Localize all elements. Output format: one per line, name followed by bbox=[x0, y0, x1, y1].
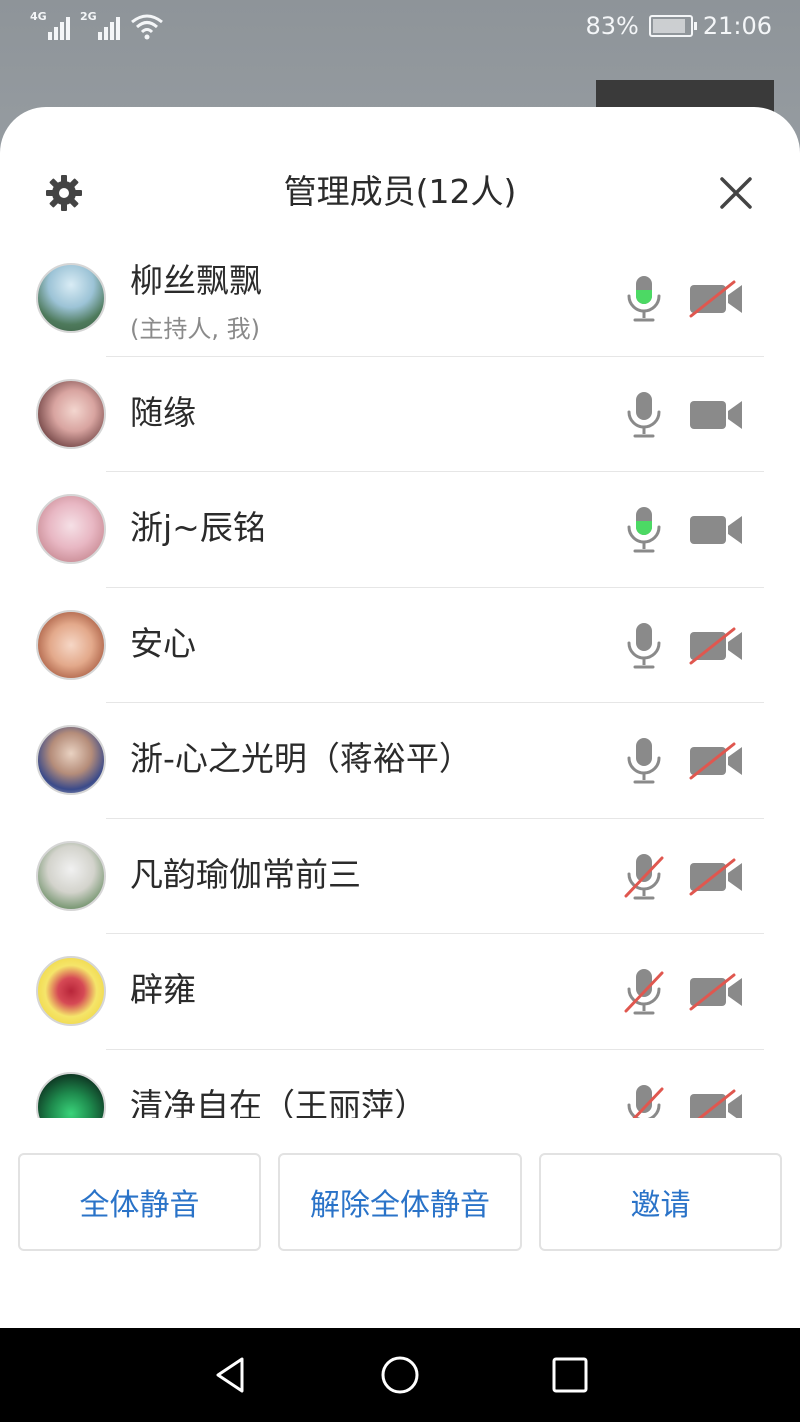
camera-off-icon[interactable] bbox=[688, 626, 744, 666]
mic-icon[interactable] bbox=[622, 505, 666, 555]
network-type-label: 2G bbox=[80, 10, 97, 23]
avatar bbox=[36, 609, 106, 680]
member-name: 柳丝飘飘 bbox=[130, 261, 262, 300]
member-row[interactable]: 浙j~辰铭 bbox=[0, 472, 800, 588]
mic-icon[interactable] bbox=[622, 736, 666, 786]
avatar bbox=[36, 840, 106, 911]
member-row[interactable]: 安心 bbox=[0, 588, 800, 703]
bottom-actions: 全体静音 解除全体静音 邀请 bbox=[0, 1153, 800, 1253]
mute-all-button[interactable]: 全体静音 bbox=[18, 1153, 261, 1251]
system-nav-bar bbox=[0, 1328, 800, 1422]
clock: 21:06 bbox=[702, 12, 772, 40]
invite-button[interactable]: 邀请 bbox=[539, 1153, 782, 1251]
member-name: 辟雍 bbox=[130, 970, 196, 1009]
member-row[interactable]: 柳丝飘飘 (主持人, 我) bbox=[0, 241, 800, 357]
avatar bbox=[36, 494, 106, 564]
battery-percent: 83% bbox=[585, 12, 639, 40]
mic-muted-icon[interactable] bbox=[622, 967, 666, 1017]
mic-muted-icon[interactable] bbox=[622, 1083, 666, 1118]
avatar bbox=[36, 1071, 106, 1118]
avatar bbox=[36, 956, 106, 1026]
member-row[interactable]: 浙-心之光明（蒋裕平） bbox=[0, 703, 800, 819]
unmute-all-button[interactable]: 解除全体静音 bbox=[278, 1153, 522, 1251]
camera-icon[interactable] bbox=[688, 395, 744, 435]
manage-members-sheet: 管理成员(12人) 柳丝飘飘 (主持人, 我) 随缘 浙j~辰铭 安心 浙-心之… bbox=[0, 107, 800, 1328]
camera-off-icon[interactable] bbox=[688, 279, 744, 319]
camera-off-icon[interactable] bbox=[688, 857, 744, 897]
close-icon bbox=[720, 177, 752, 209]
member-list[interactable]: 柳丝飘飘 (主持人, 我) 随缘 浙j~辰铭 安心 浙-心之光明（蒋裕平） 凡韵… bbox=[0, 241, 800, 1118]
mic-icon[interactable] bbox=[622, 621, 666, 671]
member-row[interactable]: 随缘 bbox=[0, 357, 800, 472]
member-row[interactable]: 凡韵瑜伽常前三 bbox=[0, 819, 800, 934]
member-role-label: (主持人, 我) bbox=[130, 315, 260, 343]
home-icon[interactable] bbox=[380, 1355, 420, 1395]
battery-icon bbox=[648, 15, 697, 37]
page-title: 管理成员(12人) bbox=[283, 172, 517, 211]
back-icon[interactable] bbox=[210, 1355, 250, 1395]
member-name: 安心 bbox=[130, 623, 196, 663]
status-bar: 4G 2G 83% 21:06 bbox=[0, 0, 800, 56]
sheet-header: 管理成员(12人) bbox=[0, 107, 800, 247]
close-button[interactable] bbox=[712, 169, 760, 217]
camera-off-icon[interactable] bbox=[688, 741, 744, 781]
mic-icon[interactable] bbox=[622, 274, 666, 324]
camera-icon[interactable] bbox=[688, 510, 744, 550]
wifi-icon bbox=[131, 14, 163, 40]
member-name: 随缘 bbox=[130, 392, 196, 432]
camera-off-icon[interactable] bbox=[688, 972, 744, 1012]
recents-icon[interactable] bbox=[550, 1355, 590, 1395]
member-row[interactable]: 清净自在（王丽萍） bbox=[0, 1050, 800, 1119]
member-name: 浙j~辰铭 bbox=[130, 508, 266, 547]
signal-icon: 4G bbox=[30, 10, 70, 40]
member-name: 凡韵瑜伽常前三 bbox=[130, 854, 361, 894]
camera-off-icon[interactable] bbox=[688, 1088, 744, 1118]
mic-icon[interactable] bbox=[622, 390, 666, 440]
member-name: 清净自在（王丽萍） bbox=[130, 1085, 427, 1119]
signal-icon: 2G bbox=[80, 10, 120, 40]
avatar bbox=[36, 725, 106, 795]
network-type-label: 4G bbox=[30, 10, 47, 23]
mic-muted-icon[interactable] bbox=[622, 852, 666, 902]
avatar bbox=[36, 263, 106, 333]
member-row[interactable]: 辟雍 bbox=[0, 934, 800, 1050]
avatar bbox=[36, 378, 106, 449]
member-name: 浙-心之光明（蒋裕平） bbox=[130, 739, 472, 778]
